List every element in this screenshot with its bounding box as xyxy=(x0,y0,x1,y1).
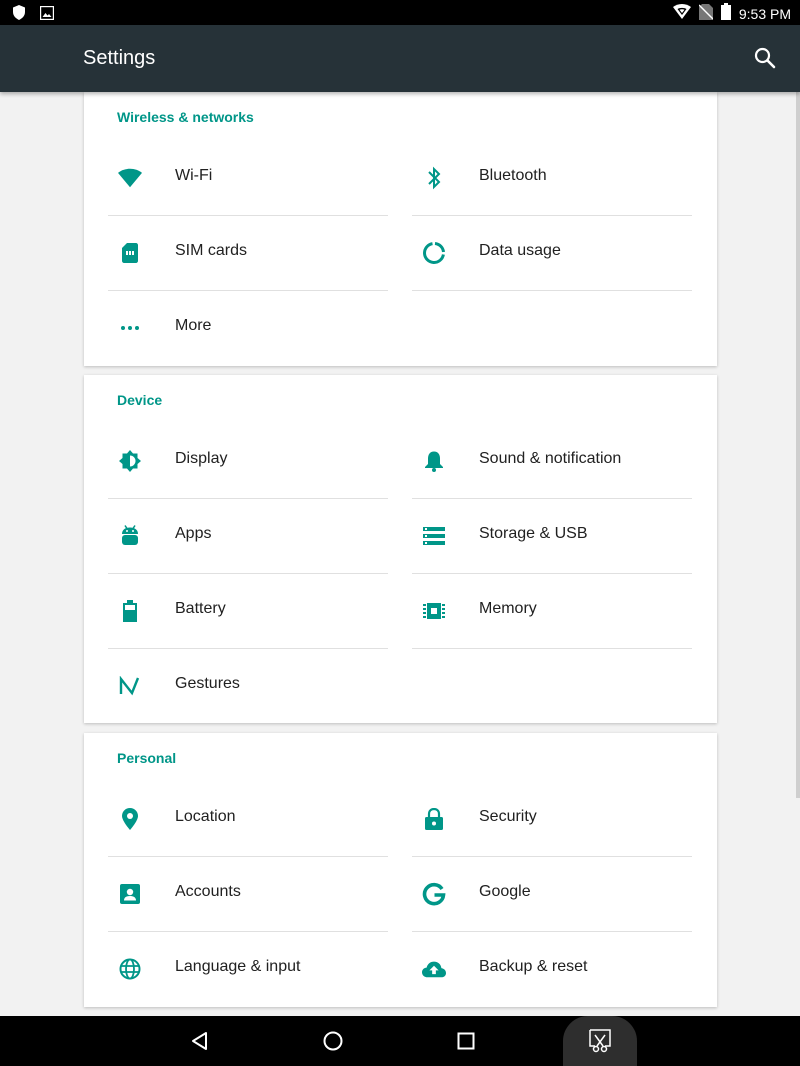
settings-item-label: Language & input xyxy=(175,958,301,975)
screenshot-scissors-icon[interactable] xyxy=(563,1016,637,1066)
android-icon xyxy=(118,524,142,548)
data-usage-icon xyxy=(422,241,446,265)
settings-item-label: Data usage xyxy=(479,242,561,259)
settings-item-label: Display xyxy=(175,450,228,467)
settings-item-label: Bluetooth xyxy=(479,167,547,184)
search-icon[interactable] xyxy=(754,47,776,69)
settings-item-bluetooth[interactable]: Bluetooth xyxy=(412,141,692,216)
no-sim-icon xyxy=(698,3,714,24)
settings-item-apps[interactable]: Apps xyxy=(108,499,388,574)
section-title: Personal xyxy=(117,750,177,766)
settings-item-label: Wi-Fi xyxy=(175,167,213,184)
wifi-icon xyxy=(118,166,142,190)
app-bar: Settings xyxy=(0,25,800,92)
settings-item-display[interactable]: Display xyxy=(108,424,388,499)
section-device: Device Display Sound & notification Apps… xyxy=(84,375,717,723)
settings-item-label: Backup & reset xyxy=(479,958,588,975)
scrollbar[interactable] xyxy=(796,92,800,798)
settings-item-accounts[interactable]: Accounts xyxy=(108,857,388,932)
bell-icon xyxy=(422,449,446,473)
settings-item-memory[interactable]: Memory xyxy=(412,574,692,649)
globe-icon xyxy=(118,957,142,981)
settings-item-google[interactable]: Google xyxy=(412,857,692,932)
settings-item-security[interactable]: Security xyxy=(412,782,692,857)
section-title: Wireless & networks xyxy=(117,109,254,125)
settings-item-language-input[interactable]: Language & input xyxy=(108,932,388,1007)
battery-icon xyxy=(720,3,731,24)
settings-item-label: Location xyxy=(175,808,236,825)
section-title: Device xyxy=(117,392,163,408)
lock-icon xyxy=(422,807,446,831)
settings-item-label: Security xyxy=(479,808,537,825)
settings-item-storage-usb[interactable]: Storage & USB xyxy=(412,499,692,574)
settings-item-label: More xyxy=(175,317,212,334)
settings-item-sound-notification[interactable]: Sound & notification xyxy=(412,424,692,499)
bluetooth-icon xyxy=(422,166,446,190)
status-time: 9:53 PM xyxy=(738,5,791,22)
back-icon[interactable] xyxy=(187,1028,213,1054)
settings-item-sim-cards[interactable]: SIM cards xyxy=(108,216,388,291)
settings-item-backup-reset[interactable]: Backup & reset xyxy=(412,932,692,1007)
google-g-icon xyxy=(422,882,446,906)
settings-item-label: Sound & notification xyxy=(479,450,622,467)
sim-card-icon xyxy=(118,241,142,265)
account-box-icon xyxy=(118,882,142,906)
settings-item-label: Apps xyxy=(175,525,212,542)
wifi-signal-icon xyxy=(672,4,691,23)
status-bar: 9:53 PM xyxy=(0,0,800,25)
brightness-icon xyxy=(118,449,142,473)
settings-item-gestures[interactable]: Gestures xyxy=(108,649,388,724)
settings-item-label: SIM cards xyxy=(175,242,248,259)
settings-item-location[interactable]: Location xyxy=(108,782,388,857)
settings-item-label: Gestures xyxy=(175,675,240,692)
settings-item-label: Battery xyxy=(175,600,226,617)
settings-item-label: Accounts xyxy=(175,883,241,900)
cloud-upload-icon xyxy=(422,957,446,981)
section-personal: Personal Location Security Accounts Goog… xyxy=(84,733,717,1007)
settings-item-data-usage[interactable]: Data usage xyxy=(412,216,692,291)
recents-icon[interactable] xyxy=(453,1028,479,1054)
battery-icon xyxy=(118,599,142,623)
settings-item-more[interactable]: More xyxy=(108,291,388,366)
settings-item-battery[interactable]: Battery xyxy=(108,574,388,649)
page-title: Settings xyxy=(83,47,156,69)
settings-item-wifi[interactable]: Wi-Fi xyxy=(108,141,388,216)
memory-chip-icon xyxy=(422,599,446,623)
navigation-bar xyxy=(0,1016,800,1066)
gestures-icon xyxy=(118,674,142,698)
more-dots-icon xyxy=(118,316,142,340)
storage-icon xyxy=(422,524,446,548)
location-pin-icon xyxy=(118,807,142,831)
section-wireless-networks: Wireless & networks Wi-Fi Bluetooth SIM … xyxy=(84,92,717,366)
image-icon xyxy=(39,5,55,24)
settings-item-label: Memory xyxy=(479,600,537,617)
settings-item-label: Google xyxy=(479,883,531,900)
shield-icon xyxy=(12,5,26,24)
home-icon[interactable] xyxy=(320,1028,346,1054)
settings-item-label: Storage & USB xyxy=(479,525,588,542)
